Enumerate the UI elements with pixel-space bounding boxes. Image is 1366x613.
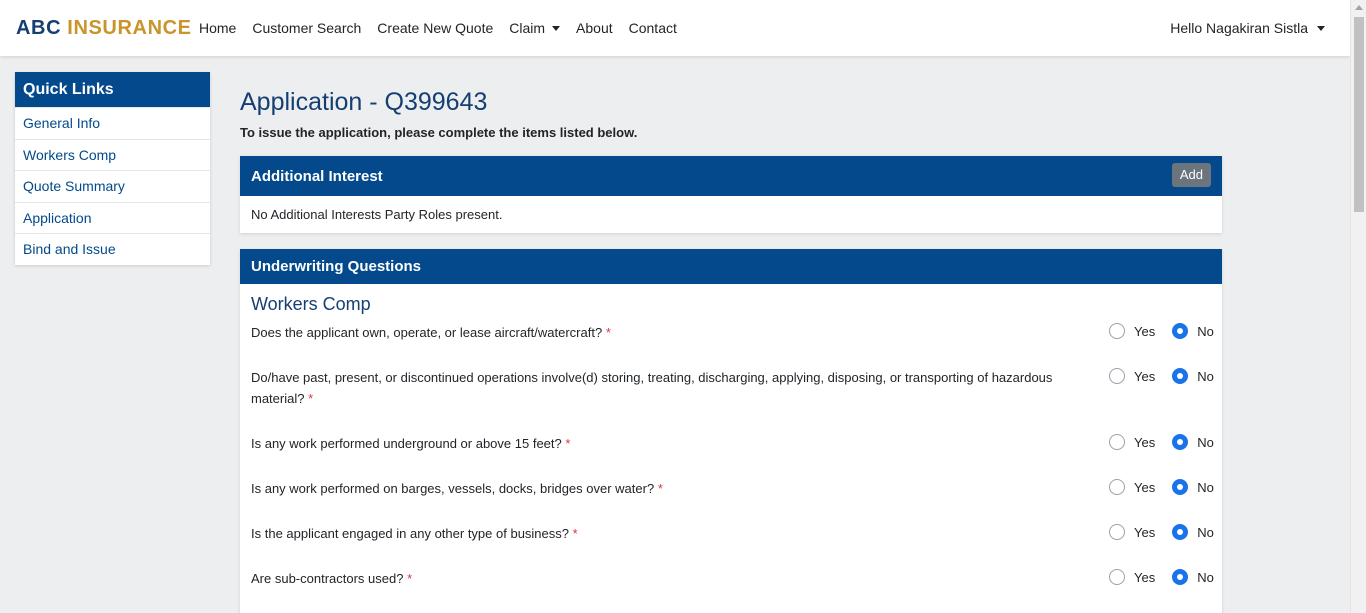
radio-yes-unchecked[interactable] (1109, 524, 1125, 540)
required-indicator: * (657, 481, 663, 496)
question-text: Is any work performed underground or abo… (251, 433, 1071, 454)
yes-no-radio-group: Yes No (1109, 323, 1214, 339)
no-option[interactable]: No (1172, 323, 1214, 339)
scroll-up-arrow-icon[interactable] (1355, 5, 1363, 10)
yes-label: Yes (1134, 434, 1156, 450)
underwriting-questions-card: Underwriting Questions Workers Comp Does… (240, 249, 1222, 613)
nav-contact[interactable]: Contact (629, 20, 677, 36)
question-label: Are sub-contractors used? (251, 571, 404, 586)
yes-label: Yes (1134, 569, 1156, 585)
yes-option[interactable]: Yes (1109, 323, 1155, 339)
nav-home[interactable]: Home (199, 20, 236, 36)
radio-no-checked[interactable] (1172, 479, 1189, 495)
radio-yes-unchecked[interactable] (1109, 569, 1125, 585)
no-label: No (1197, 524, 1214, 540)
no-label: No (1197, 434, 1214, 450)
sidebar-item-bind-and-issue[interactable]: Bind and Issue (15, 233, 210, 265)
required-indicator: * (565, 436, 571, 451)
radio-yes-unchecked[interactable] (1109, 368, 1125, 384)
question-label: Is the applicant engaged in any other ty… (251, 526, 569, 541)
brand-name-part2: INSURANCE (67, 17, 192, 39)
radio-no-checked[interactable] (1172, 524, 1189, 540)
yes-option[interactable]: Yes (1109, 368, 1155, 384)
required-indicator: * (407, 571, 413, 586)
required-indicator: * (605, 325, 611, 340)
nav-links: Home Customer Search Create New Quote Cl… (199, 0, 693, 56)
sidebar-item-application[interactable]: Application (15, 201, 210, 234)
question-text: Is any work performed on barges, vessels… (251, 478, 1071, 499)
required-indicator: * (308, 391, 314, 406)
radio-no-checked[interactable] (1172, 323, 1189, 339)
no-label: No (1197, 368, 1214, 384)
caret-down-icon (552, 25, 561, 31)
nav-about[interactable]: About (576, 20, 613, 36)
radio-no-checked[interactable] (1172, 434, 1189, 450)
sidebar-item-workers-comp[interactable]: Workers Comp (15, 138, 210, 171)
top-navbar: ABC INSURANCE Home Customer Search Creat… (0, 0, 1350, 56)
add-interest-button[interactable]: Add (1171, 163, 1211, 187)
user-menu-dropdown[interactable]: Hello Nagakiran Sistla (1170, 0, 1325, 56)
brand-name-part1: ABC (16, 17, 68, 39)
yes-no-radio-group: Yes No (1109, 434, 1214, 450)
no-label: No (1197, 569, 1214, 585)
yes-no-radio-group: Yes No (1109, 569, 1214, 585)
page-instructions: To issue the application, please complet… (240, 125, 638, 140)
page-scrollbar[interactable] (1350, 0, 1366, 613)
yes-no-radio-group: Yes No (1109, 368, 1214, 384)
radio-yes-unchecked[interactable] (1109, 479, 1125, 495)
question-text: Do/have past, present, or discontinued o… (251, 367, 1071, 409)
radio-no-checked[interactable] (1172, 368, 1189, 384)
yes-option[interactable]: Yes (1109, 434, 1155, 450)
no-option[interactable]: No (1172, 569, 1214, 585)
radio-no-checked[interactable] (1172, 569, 1189, 585)
additional-interest-card: Additional Interest Add No Additional In… (240, 156, 1222, 233)
required-indicator: * (572, 526, 578, 541)
brand-logo[interactable]: ABC INSURANCE (16, 17, 192, 40)
yes-label: Yes (1134, 323, 1156, 339)
underwriting-header: Underwriting Questions (240, 249, 1222, 284)
no-option[interactable]: No (1172, 479, 1214, 495)
question-text: Are sub-contractors used? * (251, 568, 1071, 589)
yes-label: Yes (1134, 524, 1156, 540)
sidebar-item-general-info[interactable]: General Info (15, 107, 210, 139)
no-label: No (1197, 479, 1214, 495)
radio-yes-unchecked[interactable] (1109, 323, 1125, 339)
yes-no-radio-group: Yes No (1109, 524, 1214, 540)
yes-option[interactable]: Yes (1109, 569, 1155, 585)
nav-claim-dropdown[interactable]: Claim (509, 20, 561, 36)
yes-option[interactable]: Yes (1109, 479, 1155, 495)
yes-label: Yes (1134, 368, 1156, 384)
nav-create-new-quote[interactable]: Create New Quote (377, 20, 493, 36)
question-label: Do/have past, present, or discontinued o… (251, 370, 1053, 406)
no-interests-message: No Additional Interests Party Roles pres… (251, 207, 503, 222)
question-label: Is any work performed underground or abo… (251, 436, 562, 451)
question-text: Does the applicant own, operate, or leas… (251, 322, 1071, 343)
yes-option[interactable]: Yes (1109, 524, 1155, 540)
quick-links-title: Quick Links (15, 72, 210, 107)
question-text: Is the applicant engaged in any other ty… (251, 523, 1071, 544)
quick-links-panel: Quick Links General Info Workers Comp Qu… (15, 72, 210, 265)
no-label: No (1197, 323, 1214, 339)
additional-interest-header: Additional Interest Add (240, 156, 1222, 196)
question-label: Does the applicant own, operate, or leas… (251, 325, 603, 340)
user-greeting: Hello Nagakiran Sistla (1170, 20, 1308, 36)
nav-customer-search[interactable]: Customer Search (252, 20, 361, 36)
page-title: Application - Q399643 (240, 88, 488, 116)
additional-interest-title: Additional Interest (251, 168, 383, 185)
radio-yes-unchecked[interactable] (1109, 434, 1125, 450)
sidebar-item-quote-summary[interactable]: Quote Summary (15, 170, 210, 202)
no-option[interactable]: No (1172, 524, 1214, 540)
question-label: Is any work performed on barges, vessels… (251, 481, 655, 496)
yes-no-radio-group: Yes No (1109, 479, 1214, 495)
section-title-workers-comp: Workers Comp (251, 294, 371, 314)
yes-label: Yes (1134, 479, 1156, 495)
caret-down-icon (1317, 25, 1325, 31)
nav-claim-label: Claim (509, 20, 546, 36)
no-option[interactable]: No (1172, 434, 1214, 450)
scrollbar-thumb[interactable] (1354, 17, 1364, 212)
no-option[interactable]: No (1172, 368, 1214, 384)
